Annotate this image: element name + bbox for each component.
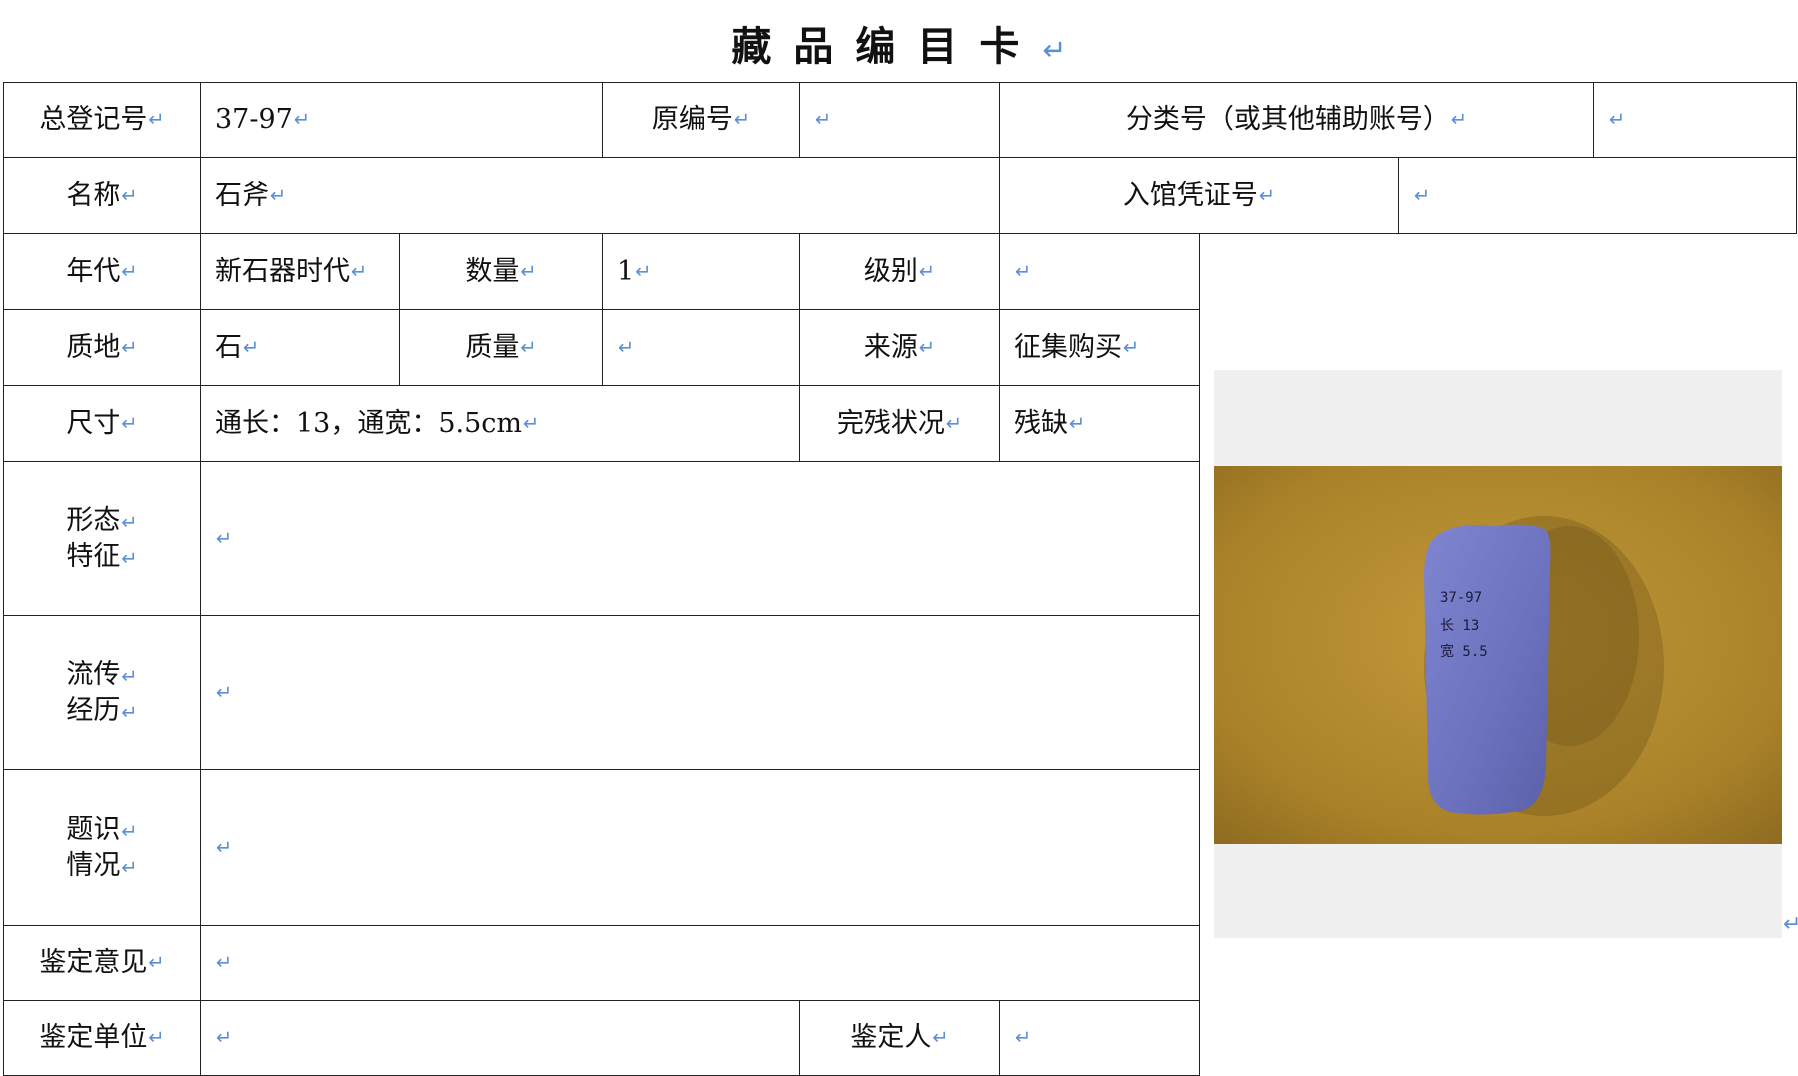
value-history (200, 615, 1200, 770)
return-mark-icon (351, 259, 367, 284)
label-condition: 完残状况 (799, 385, 1000, 462)
return-mark-icon (121, 511, 137, 534)
return-mark-icon (618, 335, 634, 360)
return-mark-icon (121, 665, 137, 688)
label-form: 形态特征 (3, 461, 201, 616)
return-mark-icon (1069, 411, 1085, 436)
artifact-photo: 37-97 长 13 宽 5.5 (1214, 466, 1782, 844)
label-mass: 质量 (399, 309, 603, 386)
return-mark-icon (1123, 335, 1139, 360)
photo-label-line-1: 37-97 (1440, 590, 1482, 606)
return-mark-icon (1015, 259, 1031, 284)
label-class-no: 分类号（或其他辅助账号） (999, 82, 1594, 158)
label-history: 流传经历 (3, 615, 201, 770)
value-mass (602, 309, 800, 386)
label-inscription: 题识情况 (3, 769, 201, 926)
label-reg-no: 总登记号 (3, 82, 201, 158)
return-mark-icon (121, 547, 137, 570)
photo-label-line-3: 宽 5.5 (1440, 643, 1488, 660)
return-mark-icon (1451, 107, 1467, 132)
return-mark-icon (216, 526, 232, 551)
return-mark-icon (216, 835, 232, 860)
value-unit (200, 1000, 800, 1076)
label-qty: 数量 (399, 233, 603, 310)
return-mark-icon (520, 335, 536, 360)
return-mark-icon (148, 1025, 164, 1050)
return-mark-icon (121, 411, 137, 436)
return-mark-icon (919, 259, 935, 284)
label-opinion: 鉴定意见 (3, 925, 201, 1001)
label-source: 来源 (799, 309, 1000, 386)
return-mark-icon (932, 1025, 948, 1050)
label-size: 尺寸 (3, 385, 201, 462)
value-material: 石 (200, 309, 400, 386)
value-orig-no (799, 82, 1000, 158)
return-mark-icon (1259, 183, 1275, 208)
value-name: 石斧 (200, 157, 1000, 234)
return-mark-icon (919, 335, 935, 360)
value-condition: 残缺 (999, 385, 1200, 462)
value-class-no (1593, 82, 1797, 158)
return-mark-icon (1609, 107, 1625, 132)
return-mark-icon (148, 950, 164, 975)
label-appraiser: 鉴定人 (799, 1000, 1000, 1076)
photo-label-line-2: 长 13 (1440, 618, 1479, 634)
label-material: 质地 (3, 309, 201, 386)
return-mark-icon (121, 856, 137, 879)
return-mark-icon (1783, 912, 1798, 937)
value-source: 征集购买 (999, 309, 1200, 386)
return-mark-icon (734, 107, 750, 132)
return-mark-icon (121, 183, 137, 208)
return-mark-icon (216, 950, 232, 975)
label-orig-no: 原编号 (602, 82, 800, 158)
return-mark-icon (815, 107, 831, 132)
label-name: 名称 (3, 157, 201, 234)
return-mark-icon (121, 820, 137, 843)
artifact-photo-frame: 37-97 长 13 宽 5.5 (1214, 370, 1782, 938)
value-appraiser (999, 1000, 1200, 1076)
value-inscription (200, 769, 1200, 926)
return-mark-icon (121, 701, 137, 724)
label-unit: 鉴定单位 (3, 1000, 201, 1076)
return-mark-icon (148, 107, 164, 132)
return-mark-icon (294, 107, 310, 132)
value-reg-no: 37-97 (200, 82, 603, 158)
value-voucher (1398, 157, 1797, 234)
value-size: 通长：13，通宽：5.5cm (200, 385, 800, 462)
value-era: 新石器时代 (200, 233, 400, 310)
return-mark-icon (1042, 33, 1066, 67)
page-title: 藏品编目卡 (0, 14, 1798, 72)
label-era: 年代 (3, 233, 201, 310)
return-mark-icon (216, 1025, 232, 1050)
value-qty: 1 (602, 233, 800, 310)
return-mark-icon (1015, 1025, 1031, 1050)
return-mark-icon (523, 411, 539, 436)
label-voucher: 入馆凭证号 (999, 157, 1399, 234)
return-mark-icon (216, 680, 232, 705)
return-mark-icon (121, 259, 137, 284)
stone-axe-photo: 37-97 长 13 宽 5.5 (1214, 466, 1782, 844)
return-mark-icon (270, 183, 286, 208)
value-grade (999, 233, 1200, 310)
value-opinion (200, 925, 1200, 1001)
return-mark-icon (243, 335, 259, 360)
return-mark-icon (635, 259, 651, 284)
return-mark-icon (121, 335, 137, 360)
value-form (200, 461, 1200, 616)
label-grade: 级别 (799, 233, 1000, 310)
return-mark-icon (520, 259, 536, 284)
stone-axe-shape (1424, 524, 1551, 815)
return-mark-icon (1414, 183, 1430, 208)
return-mark-icon (946, 411, 962, 436)
